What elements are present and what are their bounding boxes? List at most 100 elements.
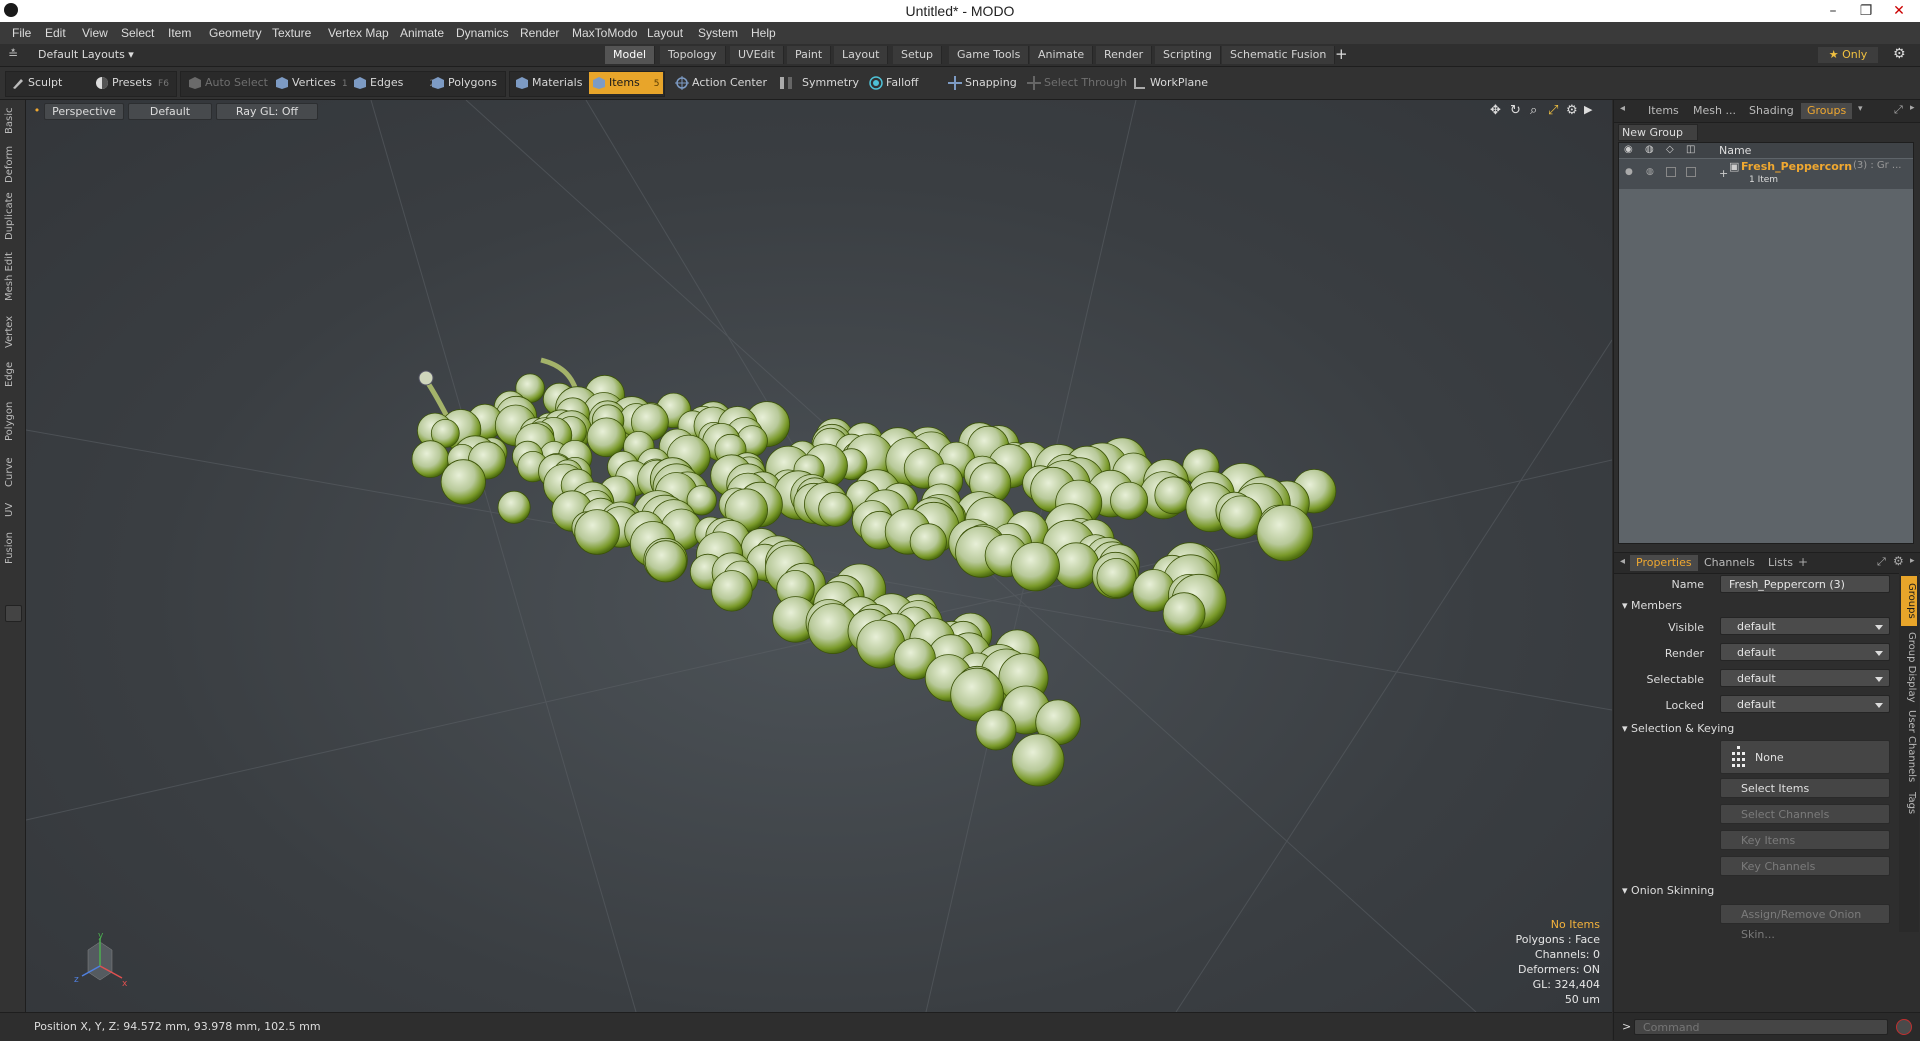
onion-skinning-header[interactable]: ▾ Onion Skinning xyxy=(1622,884,1714,897)
tabs-dropdown-icon[interactable]: ▾ xyxy=(1858,104,1863,114)
left-tab-fusion[interactable]: Fusion xyxy=(4,528,22,568)
menu-texture[interactable]: Texture xyxy=(272,26,311,40)
expand-properties-icon[interactable]: ⤢ xyxy=(1877,555,1886,569)
tab-properties[interactable]: Properties xyxy=(1630,555,1698,571)
edges-button[interactable]: Edges2 xyxy=(350,72,435,94)
items-button[interactable]: Items 5 xyxy=(589,72,663,94)
select-channels-button[interactable]: Select Channels xyxy=(1720,804,1890,824)
selectable-dropdown[interactable]: default xyxy=(1720,669,1890,687)
rotate-icon[interactable]: ↻ xyxy=(1510,103,1521,118)
sculpt-button[interactable]: Sculpt xyxy=(8,72,62,94)
expand-group-icon[interactable]: + xyxy=(1719,167,1728,180)
menu-help[interactable]: Help xyxy=(751,26,776,40)
side-tab-user-channels[interactable]: User Channels xyxy=(1901,708,1917,784)
left-tabs-toggle[interactable] xyxy=(5,605,22,622)
shading-mode-button[interactable]: Default xyxy=(128,103,212,120)
add-tab-icon[interactable]: + xyxy=(1335,45,1348,63)
view-type-button[interactable]: Perspective xyxy=(44,103,124,120)
falloff-button[interactable]: Falloff xyxy=(866,72,918,94)
properties-more-icon[interactable]: ▸ xyxy=(1910,556,1915,566)
workplane-button[interactable]: WorkPlane xyxy=(1130,72,1208,94)
snapping-button[interactable]: Snapping xyxy=(945,72,1017,94)
tab-setup[interactable]: Setup xyxy=(893,46,943,64)
presets-button[interactable]: Presets F6 xyxy=(92,72,169,94)
name-field[interactable]: Fresh_Peppercorn (3) xyxy=(1720,575,1890,593)
left-tab-vertex[interactable]: Vertex xyxy=(4,312,22,352)
viewport-menu-icon[interactable]: • xyxy=(32,103,42,118)
tab-paint[interactable]: Paint xyxy=(787,46,832,64)
close-button[interactable]: ✕ xyxy=(1884,1,1914,21)
tab-topology[interactable]: Topology xyxy=(660,46,726,64)
key-items-button[interactable]: Key Items xyxy=(1720,830,1890,850)
left-tab-mesh-edit[interactable]: Mesh Edit xyxy=(4,248,22,306)
minimize-button[interactable]: – xyxy=(1818,1,1848,21)
none-button[interactable]: None xyxy=(1720,740,1890,774)
left-tab-duplicate[interactable]: Duplicate xyxy=(4,190,22,242)
render-dropdown[interactable]: default xyxy=(1720,643,1890,661)
menu-select[interactable]: Select xyxy=(121,26,154,40)
menu-view[interactable]: View xyxy=(82,26,108,40)
tab-shading[interactable]: Shading xyxy=(1743,103,1800,119)
left-tab-basic[interactable]: Basic xyxy=(4,104,22,138)
group-visibility-toggle[interactable]: ● xyxy=(1625,167,1633,177)
menu-layout[interactable]: Layout xyxy=(647,26,683,40)
only-toggle[interactable]: ★ Only xyxy=(1818,47,1878,63)
menu-vertex-map[interactable]: Vertex Map xyxy=(328,26,389,40)
side-tab-tags[interactable]: Tags xyxy=(1901,788,1917,818)
polygons-button[interactable]: Polygons xyxy=(428,72,497,94)
group-select-toggle[interactable] xyxy=(1666,167,1676,177)
left-tab-curve[interactable]: Curve xyxy=(4,452,22,492)
restore-button[interactable]: ❐ xyxy=(1851,1,1881,21)
menu-item[interactable]: Item xyxy=(168,26,191,40)
select-through-button[interactable]: Select Through xyxy=(1024,72,1127,94)
add-tab-icon[interactable]: + xyxy=(1798,555,1808,569)
menu-system[interactable]: System xyxy=(698,26,738,40)
menu-dynamics[interactable]: Dynamics xyxy=(456,26,509,40)
tab-mesh[interactable]: Mesh ... xyxy=(1687,103,1742,119)
menu-edit[interactable]: Edit xyxy=(45,26,66,40)
zoom-icon[interactable]: ⌕ xyxy=(1530,103,1537,118)
properties-gear-icon[interactable]: ⚙ xyxy=(1893,554,1904,568)
tab-uvedit[interactable]: UVEdit xyxy=(730,46,784,64)
tab-scripting[interactable]: Scripting xyxy=(1155,46,1221,64)
viewport-more-icon[interactable]: ▶ xyxy=(1584,103,1592,116)
onion-skin-button[interactable]: Assign/Remove Onion Skin... xyxy=(1720,904,1890,941)
members-header[interactable]: ▾ Members xyxy=(1622,599,1682,612)
group-render-toggle[interactable]: ◍ xyxy=(1646,167,1654,177)
layout-selector[interactable]: Default Layouts ▾ xyxy=(38,48,134,61)
vertices-button[interactable]: Vertices 1 xyxy=(272,72,348,94)
panel-menu-icon[interactable]: ◂ xyxy=(1620,103,1625,114)
tab-game-tools[interactable]: Game Tools xyxy=(949,46,1030,64)
auto-select-button[interactable]: Auto Select xyxy=(185,72,268,94)
menu-geometry[interactable]: Geometry xyxy=(209,26,262,40)
tab-lists[interactable]: Lists xyxy=(1762,555,1799,571)
group-row[interactable]: ● ◍ + ▣ Fresh_Peppercorn (3) : Gr ... 1 … xyxy=(1619,159,1913,189)
selection-keying-header[interactable]: ▾ Selection & Keying xyxy=(1622,722,1734,735)
layout-menu-icon[interactable]: ≛ xyxy=(8,47,18,61)
raygl-button[interactable]: Ray GL: Off xyxy=(216,103,318,120)
symmetry-button[interactable]: Symmetry xyxy=(776,72,859,94)
tab-channels[interactable]: Channels xyxy=(1698,555,1761,571)
command-input[interactable] xyxy=(1634,1019,1888,1035)
materials-button[interactable]: Materials xyxy=(512,72,582,94)
select-items-button[interactable]: Select Items xyxy=(1720,778,1890,798)
tab-render[interactable]: Render xyxy=(1096,46,1153,64)
menu-animate[interactable]: Animate xyxy=(400,26,444,40)
new-group-button[interactable]: New Group xyxy=(1618,124,1698,141)
record-icon[interactable] xyxy=(1896,1019,1912,1035)
left-tab-uv[interactable]: UV xyxy=(4,498,22,522)
left-tab-polygon[interactable]: Polygon xyxy=(4,396,22,446)
3d-viewport[interactable]: • Perspective Default Ray GL: Off ✥ ↻ ⌕ … xyxy=(26,100,1612,1012)
pan-icon[interactable]: ✥ xyxy=(1490,103,1501,118)
tab-schematic-fusion[interactable]: Schematic Fusion xyxy=(1222,46,1336,64)
maximize-viewport-icon[interactable]: ⤢ xyxy=(1548,103,1558,118)
properties-menu-icon[interactable]: ◂ xyxy=(1620,556,1625,567)
action-center-button[interactable]: Action Center xyxy=(672,72,767,94)
expand-panel-icon[interactable]: ⤢ xyxy=(1894,103,1903,117)
menu-file[interactable]: File xyxy=(12,26,31,40)
tab-layout[interactable]: Layout xyxy=(834,46,889,64)
panel-more-icon[interactable]: ▸ xyxy=(1910,103,1915,113)
menu-maxtomodo[interactable]: MaxToModo xyxy=(572,26,637,40)
tab-animate[interactable]: Animate xyxy=(1030,46,1094,64)
tab-groups[interactable]: Groups xyxy=(1801,103,1853,119)
